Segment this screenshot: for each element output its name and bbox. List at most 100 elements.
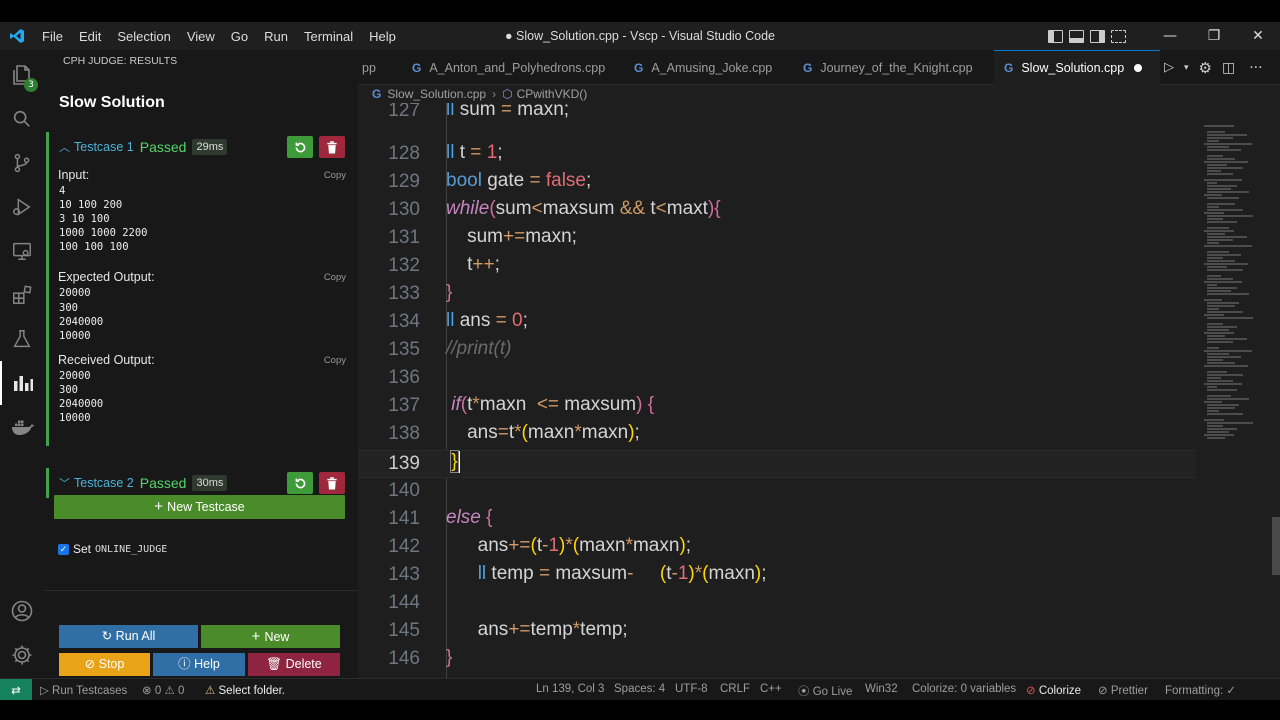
close-button[interactable]: ✕ — [1236, 28, 1280, 44]
new-testcase-button[interactable]: + New Testcase — [54, 495, 345, 519]
search-icon[interactable] — [0, 97, 44, 141]
toggle-secondary-sidebar-icon[interactable] — [1090, 29, 1105, 43]
source-control-icon[interactable] — [0, 141, 44, 185]
testcase-header[interactable]: ﹀ Testcase 2 Passed 30ms — [49, 468, 348, 498]
code-line[interactable]: 132 t++; — [358, 253, 1258, 281]
end-of-line[interactable]: CRLF — [720, 683, 750, 695]
testcase-header[interactable]: ︿ Testcase 1 Passed 29ms — [49, 132, 348, 162]
menu-view[interactable]: View — [179, 29, 223, 44]
unsaved-dot-icon[interactable] — [1134, 64, 1143, 72]
cursor-position[interactable]: Ln 139, Col 3 — [536, 683, 604, 695]
prettier-item[interactable]: ⊘ Prettier — [1098, 683, 1148, 697]
select-folder-item[interactable]: ⚠ Select folder. — [205, 683, 285, 697]
code-line[interactable]: 143 ll temp = maxsum- (t-1)*(maxn); — [358, 562, 1258, 590]
menu-go[interactable]: Go — [223, 29, 256, 44]
copy-input-button[interactable]: Copy — [324, 170, 346, 181]
code-line[interactable]: 146} — [358, 646, 1258, 674]
encoding[interactable]: UTF-8 — [675, 683, 708, 695]
online-judge-toggle[interactable]: ✓ Set ONLINE_JUDGE — [58, 542, 167, 556]
minimap[interactable] — [1204, 103, 1270, 678]
language-mode[interactable]: C++ — [760, 683, 782, 695]
rerun-testcase-button[interactable] — [287, 136, 313, 158]
menu-help[interactable]: Help — [361, 29, 404, 44]
code-line[interactable]: 138 ans=t*(maxn*maxn); — [358, 421, 1258, 449]
minimize-button[interactable]: — — [1148, 28, 1192, 44]
customize-layout-icon[interactable] — [1111, 29, 1126, 43]
breadcrumb-symbol[interactable]: CPwithVKD() — [517, 87, 588, 101]
split-editor-icon[interactable]: ◫ — [1222, 60, 1235, 76]
input-text[interactable]: 4 10 100 200 3 10 100 1000 1000 2200 100… — [59, 184, 348, 254]
code-line[interactable]: 134 ll ans = 0; — [358, 309, 1258, 337]
cpp-file-icon: G — [412, 60, 422, 75]
checkbox-checked-icon[interactable]: ✓ — [58, 543, 69, 555]
code-line[interactable]: 127 ll sum = maxn; — [358, 103, 1258, 126]
breadcrumb-file[interactable]: Slow_Solution.cpp — [387, 87, 486, 101]
delete-testcase-button[interactable] — [319, 472, 345, 494]
code-line[interactable]: 142 ans+=(t-1)*(maxn*maxn); — [358, 534, 1258, 562]
indentation[interactable]: Spaces: 4 — [614, 683, 665, 695]
tab-amusing-joke[interactable]: G A_Amusing_Joke.cpp — [634, 50, 772, 85]
formatting-item[interactable]: Formatting: ✓ — [1165, 683, 1236, 697]
menu-edit[interactable]: Edit — [71, 29, 109, 44]
menu-terminal[interactable]: Terminal — [296, 29, 361, 44]
stop-button[interactable]: ⊘ Stop — [59, 653, 150, 676]
expected-output-text[interactable]: 20000 300 2040000 10000 — [59, 286, 348, 342]
toggle-primary-sidebar-icon[interactable] — [1048, 29, 1063, 43]
delete-button[interactable]: 🗑 Delete — [248, 653, 340, 676]
toggle-panel-icon[interactable] — [1069, 29, 1084, 43]
run-testcases-item[interactable]: ▷ Run Testcases — [40, 683, 127, 697]
chevron-up-icon[interactable]: ︿ — [59, 139, 70, 155]
remote-explorer-icon[interactable] — [0, 229, 44, 273]
rerun-testcase-button[interactable] — [287, 472, 313, 494]
extensions-icon[interactable] — [0, 273, 44, 317]
explorer-icon[interactable]: 3 — [0, 53, 44, 97]
colorize-variables-item[interactable]: Colorize: 0 variables — [912, 683, 1016, 695]
run-code-icon[interactable]: ▷ — [1164, 60, 1174, 75]
code-line[interactable]: 129 bool gate = false; — [358, 169, 1258, 197]
cph-judge-icon[interactable] — [0, 361, 44, 405]
settings-gear-icon[interactable] — [0, 633, 44, 677]
menu-run[interactable]: Run — [256, 29, 296, 44]
code-line[interactable]: 137 if(t*maxn <= maxsum) { — [358, 393, 1258, 421]
run-all-button[interactable]: ↻ Run All — [59, 625, 198, 648]
colorize-item[interactable]: ⊘ Colorize — [1026, 683, 1081, 697]
tab-journey-knight[interactable]: G Journey_of_the_Knight.cpp — [803, 50, 973, 85]
go-live-item[interactable]: ⦿ Go Live — [798, 683, 852, 699]
tab-anton-polyhedrons[interactable]: G A_Anton_and_Polyhedrons.cpp — [412, 50, 605, 85]
minimap-line — [1207, 227, 1229, 229]
code-line[interactable]: 145 ans+=temp*temp; — [358, 618, 1258, 646]
testing-flask-icon[interactable] — [0, 317, 44, 361]
docker-icon[interactable] — [0, 405, 44, 449]
code-line[interactable]: 131 sum+=maxn; — [358, 225, 1258, 253]
settings-gear-icon[interactable]: ⚙ — [1199, 59, 1212, 77]
menu-file[interactable]: File — [34, 29, 71, 44]
new-button[interactable]: + New — [201, 625, 340, 648]
chevron-down-icon[interactable]: ▾ — [1184, 63, 1189, 73]
copy-expected-button[interactable]: Copy — [324, 272, 346, 283]
code-line[interactable]: 135//print(t) — [358, 337, 1258, 365]
copy-received-button[interactable]: Copy — [324, 355, 346, 366]
run-debug-icon[interactable] — [0, 185, 44, 229]
chevron-down-icon[interactable]: ﹀ — [59, 475, 70, 491]
code-line[interactable]: 136 — [358, 365, 1258, 393]
code-line[interactable]: 140 — [358, 478, 1258, 506]
more-actions-icon[interactable]: ··· — [1249, 60, 1262, 76]
tab-partial[interactable]: pp — [358, 50, 394, 85]
accounts-icon[interactable] — [0, 589, 44, 633]
code-line[interactable]: 128 ll t = 1; — [358, 141, 1258, 169]
maximize-button[interactable]: ❐ — [1192, 28, 1236, 44]
tab-slow-solution[interactable]: G Slow_Solution.cpp — [994, 50, 1160, 85]
platform-item[interactable]: Win32 — [865, 683, 898, 695]
menu-selection[interactable]: Selection — [109, 29, 178, 44]
current-code-line[interactable]: 139 } — [358, 450, 1196, 478]
code-line[interactable]: 130 while(sum<maxsum && t<maxt){ — [358, 197, 1258, 225]
code-line[interactable]: 141 else { — [358, 506, 1258, 534]
remote-indicator-icon[interactable]: ⇄ — [0, 679, 32, 700]
code-line[interactable]: 144 — [358, 590, 1258, 618]
code-editor[interactable]: 127 ll sum = maxn; 128 ll t = 1; 129 bool g… — [358, 103, 1280, 678]
code-line[interactable]: 133} — [358, 281, 1258, 309]
problems-item[interactable]: ⊗ 0 ⚠ 0 — [142, 683, 184, 697]
delete-testcase-button[interactable] — [319, 136, 345, 158]
help-button[interactable]: ⓘ Help — [153, 653, 245, 676]
vertical-scrollbar[interactable] — [1272, 517, 1280, 575]
